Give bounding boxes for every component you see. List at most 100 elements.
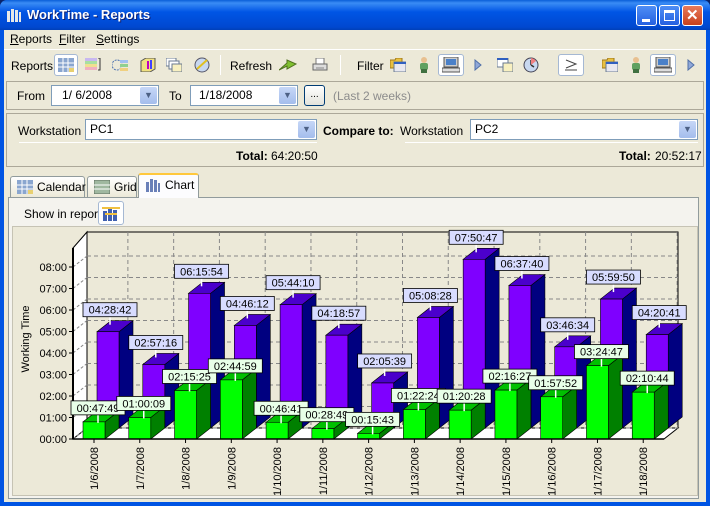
compare-expand-button[interactable]	[684, 54, 698, 76]
x-tick-label: 1/18/2008	[638, 447, 650, 496]
grid-report-icon	[58, 58, 74, 72]
menu-reports[interactable]: Reports	[10, 32, 52, 46]
bar-pc2-front	[403, 409, 426, 440]
compare-to-label: Compare to:	[323, 124, 394, 138]
data-label-pc1: 05:44:10	[272, 278, 315, 290]
data-label-pc1: 06:15:54	[180, 266, 223, 278]
chart-area: 00:00 01:00 02:00 03:00 04:00 05:00 06:00 07:00…	[12, 226, 698, 496]
menu-settings[interactable]: Settings	[96, 32, 139, 46]
clock-button[interactable]	[519, 54, 543, 76]
refresh-button[interactable]: Refresh	[230, 59, 272, 73]
bar-pc2-front	[540, 396, 563, 440]
window-list-icon	[497, 58, 513, 72]
data-label-pc2: 01:57:52	[534, 378, 577, 390]
x-tick-label: 1/8/2008	[181, 447, 193, 490]
tab-grid[interactable]: Grid	[87, 176, 137, 197]
x-tick-label: 1/12/2008	[364, 447, 376, 496]
bar-pc2	[219, 368, 258, 440]
data-label-pc1: 06:37:40	[501, 259, 544, 271]
data-label-pc2: 01:20:28	[443, 391, 486, 403]
data-label-pc1: 05:08:28	[409, 290, 452, 302]
date-range-preset-button[interactable]: ...	[304, 85, 325, 106]
tab-calendar-label: Calendar	[37, 180, 86, 194]
folder-window-icon	[390, 58, 406, 72]
menu-bar: Reports Filter Settings	[4, 30, 706, 48]
compare-folder-button[interactable]	[598, 54, 622, 76]
bar-pc2-front	[220, 379, 243, 440]
refresh-icon-button[interactable]	[276, 54, 300, 76]
x-tick-label: 1/6/2008	[89, 447, 101, 490]
data-label-pc2: 00:47:49	[77, 403, 120, 415]
windows-report-button[interactable]	[162, 54, 186, 76]
tab-chart[interactable]: Chart	[138, 173, 199, 198]
y-tick-label: 06:00	[39, 305, 67, 317]
minimize-button[interactable]	[636, 5, 657, 26]
data-label-pc1: 04:28:42	[89, 305, 132, 317]
compare-user-button[interactable]	[624, 54, 648, 76]
window-title: WorkTime - Reports	[27, 7, 151, 22]
bar-pc2	[539, 385, 578, 440]
data-label-pc2: 02:15:25	[168, 371, 211, 383]
menu-filter[interactable]: Filter	[59, 32, 86, 46]
from-date-value: 1/ 6/2008	[62, 88, 113, 102]
bar-pc2	[585, 354, 624, 440]
chevron-down-icon[interactable]: ▼	[279, 87, 296, 104]
show-in-report-label: Show in report	[24, 207, 102, 221]
y-axis-label: Working Time	[20, 305, 32, 372]
show-in-report-button[interactable]	[98, 201, 124, 225]
window-list-button[interactable]	[493, 54, 517, 76]
compare-icon	[565, 59, 578, 71]
list-report-button[interactable]	[81, 54, 105, 76]
y-tick-label: 03:00	[39, 370, 67, 382]
x-tick-label: 1/7/2008	[135, 447, 147, 490]
grid-icon	[94, 180, 110, 194]
data-label-pc2: 02:16:27	[489, 371, 532, 383]
compare-button[interactable]	[558, 54, 584, 76]
title-bar[interactable]: WorkTime - Reports ✕	[0, 0, 710, 30]
chart-book-button[interactable]	[136, 54, 160, 76]
toolbar-separator	[220, 55, 221, 75]
grid-report-button[interactable]	[54, 54, 78, 76]
compare-workstation-select[interactable]: PC2 ▼	[470, 119, 698, 140]
timeline-report-button[interactable]	[108, 54, 132, 76]
to-date-value: 1/18/2008	[199, 88, 253, 102]
app-chart-icon	[7, 9, 21, 22]
x-tick-label: 1/14/2008	[455, 447, 467, 496]
x-tick-label: 1/9/2008	[226, 447, 238, 490]
computer-icon	[442, 57, 460, 73]
x-tick-label: 1/13/2008	[409, 447, 421, 496]
maximize-button[interactable]	[659, 5, 680, 26]
close-button[interactable]: ✕	[682, 5, 703, 26]
chevron-down-icon[interactable]: ▼	[679, 121, 696, 138]
chevron-down-icon[interactable]: ▼	[140, 87, 157, 104]
y-tick-label: 04:00	[39, 348, 67, 360]
filter-expand-button[interactable]	[471, 54, 485, 76]
data-label-pc2: 00:46:41	[260, 403, 303, 415]
data-label-pc1: 04:46:12	[226, 298, 269, 310]
toolbar: Reports Refresh Filter	[4, 49, 706, 79]
print-button[interactable]	[308, 54, 332, 76]
x-tick-label: 1/15/2008	[501, 447, 513, 496]
workstation-select[interactable]: PC1 ▼	[85, 119, 317, 140]
y-tick-label: 02:00	[39, 391, 67, 403]
globe-report-button[interactable]	[190, 54, 214, 76]
bar-pc2-front	[174, 390, 197, 440]
filter-computer-button[interactable]	[438, 54, 464, 76]
data-label-pc1: 03:46:34	[546, 320, 589, 332]
compare-total-label: Total:	[619, 149, 651, 163]
windows-report-icon	[166, 58, 182, 72]
filter-folder-button[interactable]	[386, 54, 410, 76]
compare-computer-button[interactable]	[650, 54, 676, 76]
total-label: Total:	[236, 149, 268, 163]
to-date-picker[interactable]: 1/18/2008 ▼	[190, 85, 298, 106]
filter-user-button[interactable]	[412, 54, 436, 76]
folder-window-icon	[602, 58, 618, 72]
maximize-icon	[664, 10, 675, 21]
from-date-picker[interactable]: 1/ 6/2008 ▼	[51, 85, 159, 106]
play-arrow-icon	[687, 59, 695, 71]
divider	[19, 142, 317, 143]
y-tick-label: 00:00	[39, 434, 67, 446]
chevron-down-icon[interactable]: ▼	[298, 121, 315, 138]
tab-calendar[interactable]: Calendar	[10, 176, 86, 197]
printer-icon	[312, 58, 328, 71]
